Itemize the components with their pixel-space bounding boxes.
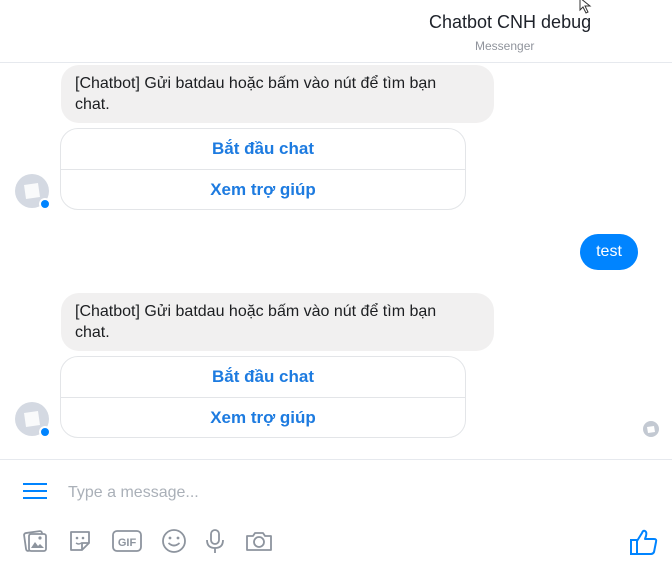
sticker-icon <box>70 531 90 551</box>
microphone-icon <box>206 529 224 553</box>
bot-message-line: chat. <box>75 324 110 341</box>
like-button[interactable] <box>629 527 659 557</box>
composer <box>0 459 672 569</box>
menu-icon[interactable] <box>23 481 47 501</box>
avatar[interactable] <box>15 174 51 210</box>
gif-icon: GIF <box>112 530 142 552</box>
messenger-badge-icon <box>39 426 51 438</box>
seen-indicator-icon <box>643 421 659 437</box>
svg-text:GIF: GIF <box>118 537 137 549</box>
camera-button[interactable] <box>244 527 274 555</box>
help-button[interactable]: Xem trợ giúp <box>61 169 465 209</box>
image-button[interactable] <box>21 527 49 555</box>
camera-icon <box>246 532 272 551</box>
quick-reply-buttons: Bắt đầu chat Xem trợ giúp <box>60 128 466 210</box>
conversation-title[interactable]: Chatbot CNH debug <box>429 12 591 33</box>
avatar[interactable] <box>15 402 51 438</box>
quick-reply-buttons: Bắt đầu chat Xem trợ giúp <box>60 356 466 438</box>
bot-message-line: chat. <box>75 96 110 113</box>
bot-message-bubble: [Chatbot] Gửi batdau hoặc bấm vào nút để… <box>61 293 494 351</box>
start-chat-button[interactable]: Bắt đầu chat <box>61 129 465 169</box>
message-input[interactable] <box>66 478 570 508</box>
gif-button[interactable]: GIF <box>111 527 143 555</box>
conversation-header: Chatbot CNH debug Messenger <box>0 0 672 63</box>
thumbs-up-icon <box>630 529 658 555</box>
image-icon <box>23 530 47 552</box>
mouse-cursor-icon <box>579 0 592 14</box>
start-chat-button[interactable]: Bắt đầu chat <box>61 357 465 397</box>
messenger-badge-icon <box>39 198 51 210</box>
bot-message-line: [Chatbot] Gửi batdau hoặc bấm vào nút để… <box>75 303 437 320</box>
conversation-subtitle: Messenger <box>475 39 535 53</box>
help-button[interactable]: Xem trợ giúp <box>61 397 465 437</box>
bot-message-bubble: [Chatbot] Gửi batdau hoặc bấm vào nút để… <box>61 65 494 123</box>
bot-message-line: [Chatbot] Gửi batdau hoặc bấm vào nút để… <box>75 75 437 92</box>
user-message-bubble: test <box>580 234 638 270</box>
emoji-button[interactable] <box>160 527 188 555</box>
sticker-button[interactable] <box>66 527 94 555</box>
microphone-button[interactable] <box>201 527 229 555</box>
emoji-icon <box>162 529 186 553</box>
